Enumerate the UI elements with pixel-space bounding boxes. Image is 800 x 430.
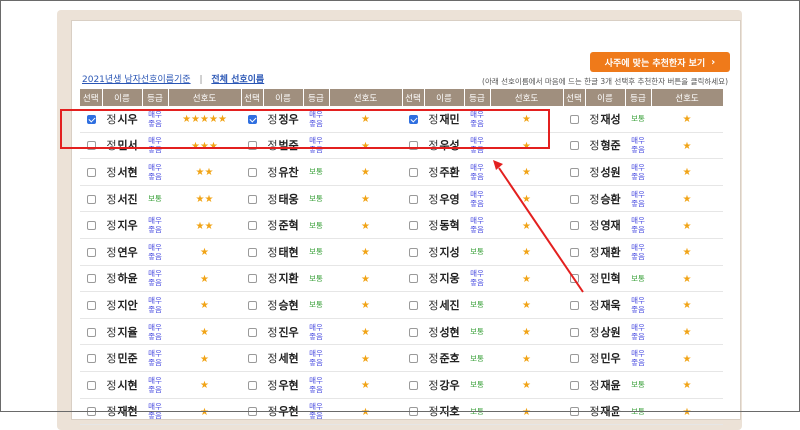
- arrow-line: [498, 167, 584, 293]
- annotation-arrow: [493, 160, 584, 293]
- arrow-head: [493, 160, 503, 170]
